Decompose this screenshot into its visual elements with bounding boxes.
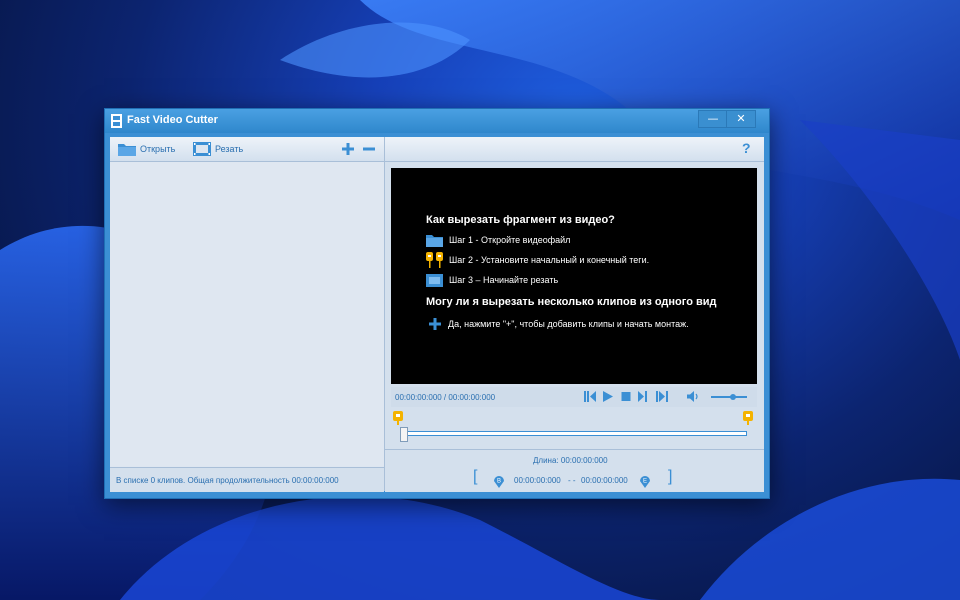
set-end-bracket[interactable]: ] [668, 468, 672, 486]
help-step-1-text: Шаг 1 - Откройте видеофайл [449, 235, 571, 245]
client-area: Открыть Резать В списке 0 клипов. Общая … [110, 137, 764, 492]
video-preview[interactable]: Как вырезать фрагмент из видео? Шаг 1 - … [391, 168, 757, 384]
help-step-3: Шаг 3 – Начинайте резать [426, 272, 558, 288]
play-icon[interactable] [603, 391, 613, 402]
help-step-3-text: Шаг 3 – Начинайте резать [449, 275, 559, 285]
end-tag-marker-icon[interactable] [743, 411, 753, 425]
begin-pin-icon[interactable]: B [493, 474, 505, 488]
plus-icon [342, 143, 354, 155]
open-button[interactable]: Открыть [118, 141, 175, 157]
open-label: Открыть [140, 144, 176, 154]
minus-icon [363, 147, 375, 151]
help-heading-multi: Могу ли я вырезать несколько клипов из о… [426, 296, 717, 308]
stop-icon[interactable] [621, 391, 631, 402]
start-tag-marker-icon[interactable] [393, 411, 403, 425]
app-window: Fast Video Cutter — ✕ Открыть Резать В с… [104, 108, 770, 499]
tag-markers-icon [426, 252, 443, 268]
preview-pane: ? Как вырезать фрагмент из видео? Шаг 1 … [385, 137, 764, 492]
player-controls: 00:00:00:000 / 00:00:00:000 [391, 387, 757, 407]
end-pin-icon[interactable]: E [639, 474, 651, 488]
filmstrip-icon [193, 142, 211, 156]
list-status-bar: В списке 0 клипов. Общая продолжительнос… [110, 467, 384, 492]
window-title: Fast Video Cutter [127, 114, 218, 126]
help-button[interactable]: ? [742, 140, 751, 156]
folder-icon [118, 144, 136, 156]
seek-thumb[interactable] [400, 427, 408, 442]
clip-list[interactable] [110, 162, 384, 466]
add-clip-button[interactable] [341, 141, 355, 157]
help-step-2: Шаг 2 - Установите начальный и конечный … [426, 252, 649, 268]
clip-list-pane: Открыть Резать В списке 0 клипов. Общая … [110, 137, 385, 492]
svg-text:E: E [643, 479, 647, 485]
help-step-2-text: Шаг 2 - Установите начальный и конечный … [449, 255, 650, 265]
right-toolbar: ? [385, 137, 764, 162]
set-start-bracket[interactable]: [ [473, 468, 477, 486]
left-toolbar: Открыть Резать [110, 137, 384, 162]
cut-label: Резать [215, 144, 244, 154]
last-frame-icon[interactable] [656, 391, 669, 402]
clip-end-time: 00:00:00:000 [581, 476, 628, 485]
close-button[interactable]: ✕ [726, 110, 756, 128]
timeline [391, 411, 757, 445]
help-heading-how: Как вырезать фрагмент из видео? [426, 214, 615, 226]
previous-frame-icon[interactable] [584, 391, 596, 402]
title-bar[interactable]: Fast Video Cutter — ✕ [105, 109, 769, 133]
film-icon [111, 114, 122, 128]
minimize-button[interactable]: — [698, 110, 728, 128]
volume-knob[interactable] [729, 394, 736, 400]
time-readout: 00:00:00:000 / 00:00:00:000 [395, 393, 496, 402]
remove-clip-button[interactable] [362, 141, 376, 157]
folder-icon [426, 234, 443, 247]
cut-button[interactable]: Резать [193, 141, 243, 157]
list-status-text: В списке 0 клипов. Общая продолжительнос… [116, 476, 339, 485]
help-step-1: Шаг 1 - Откройте видеофайл [426, 232, 570, 248]
seek-track[interactable] [401, 431, 747, 436]
clip-length: Длина: 00:00:00:000 [533, 456, 608, 465]
volume-icon[interactable] [687, 391, 700, 402]
help-tip-text: Да, нажмите "+", чтобы добавить клипы и … [448, 319, 689, 329]
clip-range-panel: Длина: 00:00:00:000 [ B 00:00:00:000 - -… [385, 449, 764, 492]
next-frame-icon[interactable] [638, 391, 650, 402]
svg-text:B: B [497, 479, 501, 485]
filmstrip-icon [426, 273, 443, 287]
plus-icon [429, 318, 441, 330]
clip-start-time: 00:00:00:000 [514, 476, 561, 485]
help-tip: Да, нажмите "+", чтобы добавить клипы и … [426, 316, 689, 332]
range-separator: - - [568, 476, 576, 485]
